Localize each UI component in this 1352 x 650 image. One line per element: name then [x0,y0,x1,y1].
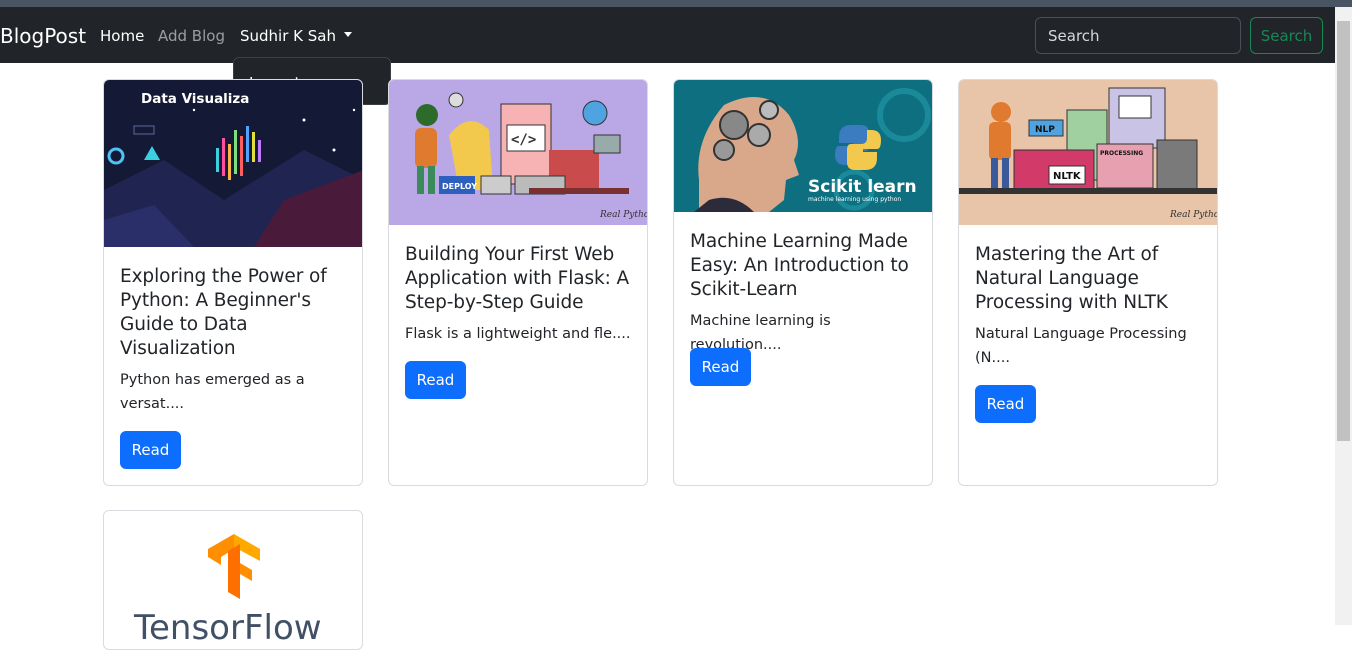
chevron-down-icon [343,32,352,37]
card-excerpt: Natural Language Processing (N.... [975,326,1187,366]
search-button[interactable]: Search [1250,17,1323,54]
page-scrollbar[interactable] [1335,7,1352,625]
nav-add-blog[interactable]: Add Blog [158,26,225,46]
user-name: Sudhir K Sah [240,27,336,45]
read-button[interactable]: Read [975,385,1036,423]
nav-home[interactable]: Home [100,26,144,46]
card-image-caption: Scikit learn [808,177,917,197]
card-image-subcaption: machine learning using python [808,196,901,203]
card-excerpt: Python has emerged as a versat.... [120,372,305,412]
scikit-learn-illustration: Scikit learn machine learning using pyth… [674,80,932,212]
card-image-caption: Data Visualiza [141,91,249,107]
brand-logo[interactable]: BlogPost [0,23,86,49]
blog-card: TensorFlow [103,510,363,650]
data-visualization-illustration: Data Visualiza [104,80,362,247]
card-title: Machine Learning Made Easy: An Introduct… [690,231,909,300]
card-title: Mastering the Art of Natural Language Pr… [975,244,1168,313]
card-image-caption: Real Python [1169,210,1217,220]
navbar: BlogPost Home Add Blog Sudhir K Sah Sear… [0,7,1335,63]
blog-card: Data Visualiza Exploring the Power of Py… [103,79,363,486]
nltk-illustration: NLP NLTK PROCESSING Real Python [959,80,1217,225]
blog-card: Scikit learn machine learning using pyth… [673,79,933,486]
scrollbar-thumb[interactable] [1337,21,1350,441]
flask-deploy-illustration: </> DEPLOY Real Python [389,80,647,225]
card-image-scikit-learn: Scikit learn machine learning using pyth… [674,80,932,212]
deploy-badge: DEPLOY [442,182,477,191]
card-image-flask: </> DEPLOY Real Python [389,80,647,225]
card-image-caption: Real Python [599,210,647,220]
blog-card: </> DEPLOY Real Python Building Your Fir… [388,79,648,486]
nlp-badge: NLP [1035,125,1055,135]
card-image-tensorflow: TensorFlow [104,511,362,641]
card-excerpt: Flask is a lightweight and fle.... [405,326,631,342]
blog-card: NLP NLTK PROCESSING Real Python Masterin… [958,79,1218,486]
card-image-data-visualization: Data Visualiza [104,80,362,247]
processing-badge: PROCESSING [1100,150,1143,157]
card-image-nltk: NLP NLTK PROCESSING Real Python [959,80,1217,225]
tensorflow-logo: TensorFlow [104,511,362,641]
read-button[interactable]: Read [405,361,466,399]
read-button[interactable]: Read [690,348,751,386]
browser-top-strip [0,0,1352,7]
svg-text:</>: </> [511,132,536,148]
card-title: Building Your First Web Application with… [405,244,630,313]
read-button[interactable]: Read [120,431,181,469]
user-menu-toggle[interactable]: Sudhir K Sah [240,26,352,46]
card-title: Exploring the Power of Python: A Beginne… [120,266,327,359]
nltk-badge: NLTK [1053,171,1082,182]
search-input[interactable] [1035,17,1241,54]
